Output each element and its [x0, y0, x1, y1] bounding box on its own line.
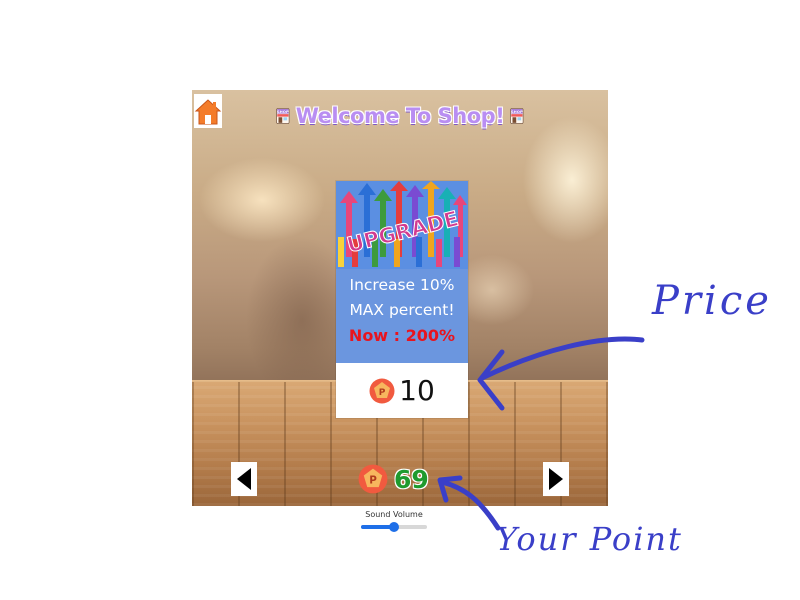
upgrade-item-card[interactable]: UPGRADE Increase 10% MAX percent! Now : …	[336, 181, 468, 418]
point-coin-icon: P	[358, 464, 388, 494]
your-point-annotation: Your Point	[496, 520, 683, 558]
shop-icon-text: SHOP	[511, 110, 523, 114]
arrow-right-icon	[549, 468, 563, 490]
coin-letter: P	[369, 475, 377, 487]
next-item-button[interactable]	[543, 462, 569, 496]
shop-icon: SHOP	[510, 108, 524, 124]
page-title: Welcome To Shop!	[295, 104, 505, 128]
price-annotation: Price	[652, 278, 772, 324]
sound-volume-slider[interactable]	[361, 522, 427, 532]
player-points: P 69	[358, 462, 448, 496]
point-coin-icon: P	[369, 378, 395, 403]
upgrade-description-line1: Increase 10%	[349, 276, 455, 294]
shop-title-bar: SHOP Welcome To Shop! SHOP	[276, 100, 524, 132]
upgrade-banner-image: UPGRADE	[336, 181, 468, 269]
shop-icon-text: SHOP	[277, 110, 289, 114]
price-box[interactable]: P 10	[336, 363, 468, 418]
home-icon	[194, 94, 222, 128]
prev-item-button[interactable]	[231, 462, 257, 496]
game-screen: SHOP Welcome To Shop! SHOP UPGRADE Incre…	[192, 90, 608, 506]
coin-letter: P	[379, 388, 386, 398]
slider-thumb[interactable]	[389, 522, 399, 532]
points-value: 69	[394, 464, 429, 494]
home-button[interactable]	[194, 94, 222, 128]
upgrade-current-value: Now : 200%	[348, 326, 456, 345]
shop-icon: SHOP	[276, 108, 290, 124]
upgrade-description-line2: MAX percent!	[349, 301, 455, 319]
sound-volume-control: Sound Volume	[356, 510, 432, 534]
arrow-left-icon	[237, 468, 251, 490]
upgrade-description: Increase 10% MAX percent!	[336, 273, 468, 323]
price-value: 10	[399, 373, 435, 407]
sound-volume-label: Sound Volume	[365, 510, 423, 519]
